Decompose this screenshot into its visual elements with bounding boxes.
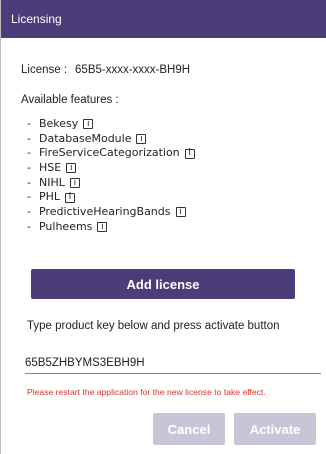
feature-item: - Bekesy i xyxy=(27,117,195,132)
feature-bullet: - xyxy=(27,117,31,130)
info-icon[interactable]: i xyxy=(184,148,195,159)
feature-item: - HSE i xyxy=(27,161,195,176)
info-icon[interactable]: i xyxy=(83,119,94,130)
info-icon[interactable]: i xyxy=(65,192,76,203)
info-icon[interactable]: i xyxy=(136,134,147,145)
feature-item: - DatabaseModule i xyxy=(27,132,195,147)
feature-item: - Pulheems i xyxy=(27,220,195,235)
title-bar: Licensing xyxy=(1,0,326,38)
feature-name: Bekesy xyxy=(38,117,79,130)
feature-bullet: - xyxy=(27,131,31,145)
licensing-dialog: Licensing License : 65B5-xxxx-xxxx-BH9H A… xyxy=(0,0,326,454)
license-value: 65B5-xxxx-xxxx-BH9H xyxy=(75,64,191,76)
license-label: License : xyxy=(21,64,68,76)
feature-bullet: - xyxy=(27,175,31,189)
info-icon[interactable]: i xyxy=(66,163,77,174)
feature-bullet: - xyxy=(27,219,31,233)
feature-name: PredictiveHearingBands xyxy=(38,205,171,219)
product-key-input[interactable] xyxy=(25,354,321,374)
feature-name: PHL xyxy=(38,190,61,204)
feature-name: HSE xyxy=(38,161,62,175)
cancel-button[interactable]: Cancel xyxy=(153,413,225,445)
feature-name: DatabaseModule xyxy=(38,131,132,145)
feature-name: FireServiceCategorization xyxy=(38,146,180,160)
info-icon[interactable]: i xyxy=(175,207,186,218)
info-icon[interactable]: i xyxy=(97,222,108,233)
window-title: Licensing xyxy=(11,12,62,26)
features-list: - Bekesy i - DatabaseModule i - FireServiceCa… xyxy=(27,117,195,235)
feature-bullet: - xyxy=(27,161,31,175)
features-heading: Available features : xyxy=(21,94,119,106)
feature-bullet: - xyxy=(27,205,31,219)
feature-item: - PredictiveHearingBands i xyxy=(27,205,195,220)
feature-item: - PHL i xyxy=(27,190,195,205)
license-info: License : 65B5-xxxx-xxxx-BH9H xyxy=(21,64,190,76)
feature-bullet: - xyxy=(27,146,31,160)
restart-warning: Please restart the application for the n… xyxy=(27,387,266,397)
feature-item: - NIHL i xyxy=(27,176,195,191)
feature-name: NIHL xyxy=(38,175,65,189)
feature-name: Pulheems xyxy=(38,219,93,233)
info-icon[interactable]: i xyxy=(69,178,80,189)
add-license-button[interactable]: Add license xyxy=(31,269,295,299)
activate-button[interactable]: Activate xyxy=(234,413,316,445)
activation-prompt: Type product key below and press activat… xyxy=(27,320,280,332)
feature-bullet: - xyxy=(27,190,31,204)
feature-item: - FireServiceCategorization i xyxy=(27,146,195,161)
